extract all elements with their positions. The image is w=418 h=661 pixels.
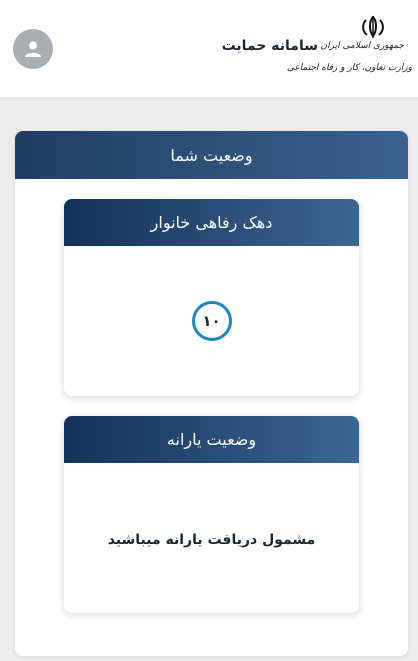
decile-card-body: ۱۰ (64, 246, 359, 396)
decile-card-title: دهک رفاهی خانوار (64, 199, 359, 246)
user-icon (25, 41, 41, 57)
subsidy-card-title: وضعیت یارانه (64, 416, 359, 463)
user-avatar[interactable] (13, 29, 53, 69)
logo-text-line2: وزارت تعاون، کار و رفاه اجتماعی (286, 63, 412, 73)
top-header: سامانه حمایت جمهوری اسلامی ایران وزارت ت… (0, 0, 418, 97)
app-title: سامانه حمایت (221, 38, 318, 54)
iran-emblem-icon (362, 15, 384, 38)
subsidy-card: وضعیت یارانه مشمول دریافت یارانه میباشید (64, 416, 359, 613)
ministry-logo: جمهوری اسلامی ایران وزارت تعاون، کار و ر… (287, 15, 412, 81)
subsidy-card-body: مشمول دریافت یارانه میباشید (64, 463, 359, 613)
logo-text-line1: جمهوری اسلامی ایران (320, 41, 405, 51)
decile-value-badge: ۱۰ (191, 301, 232, 341)
decile-card: دهک رفاهی خانوار ۱۰ (64, 199, 359, 396)
status-card-title: وضعیت شما (15, 131, 408, 179)
subsidy-status-message: مشمول دریافت یارانه میباشید (107, 532, 316, 548)
status-card: وضعیت شما دهک رفاهی خانوار ۱۰ وضعیت یارا… (15, 131, 408, 656)
